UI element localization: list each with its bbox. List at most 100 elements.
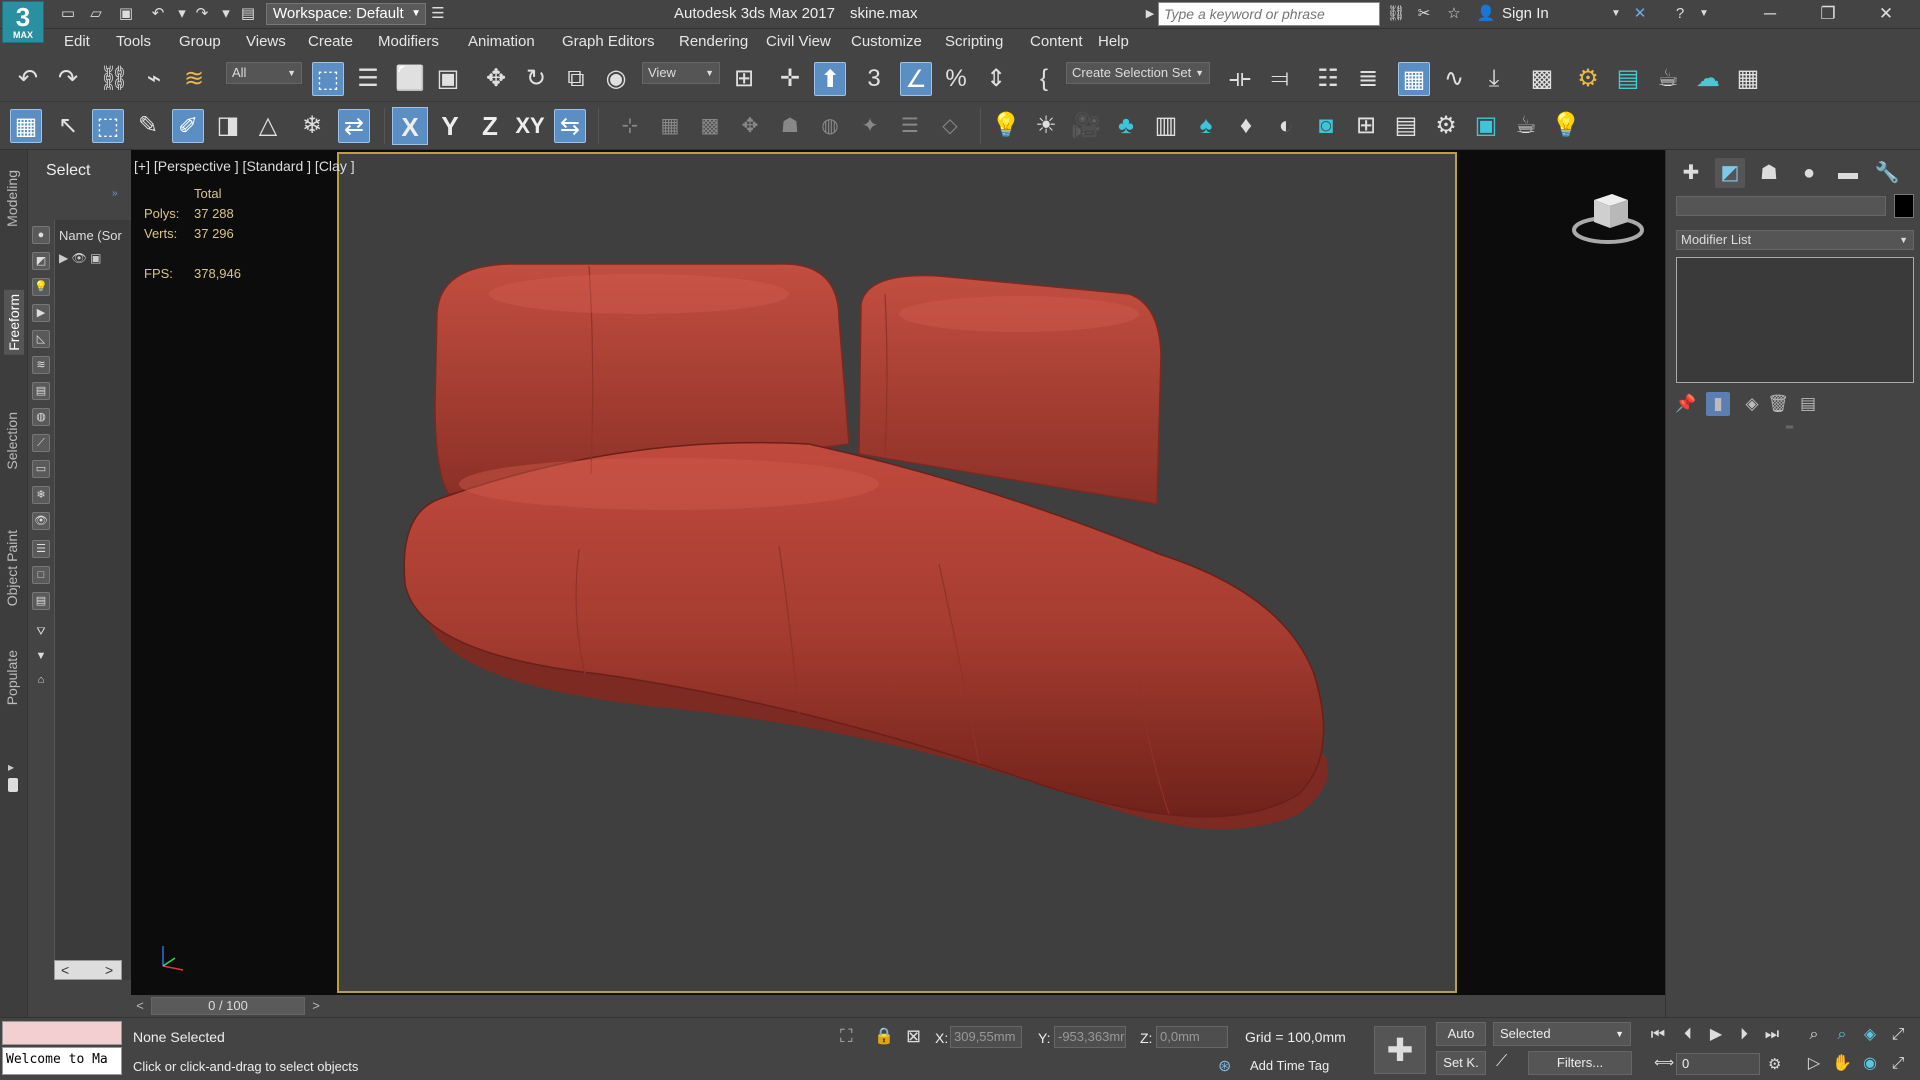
viewcube[interactable]: [1572, 186, 1644, 246]
modifier-list-dropdown[interactable]: Modifier List ▼: [1676, 230, 1914, 250]
help-icon[interactable]: ?: [1670, 5, 1690, 23]
go-to-start-icon[interactable]: ⏮: [1646, 1023, 1670, 1047]
restrict-y-button[interactable]: Y: [432, 107, 468, 145]
menu-scripting[interactable]: Scripting: [945, 33, 1003, 50]
rectangular-selection-icon[interactable]: ⬜: [394, 62, 426, 96]
display-hidden-icon[interactable]: 👁: [32, 512, 50, 530]
tree-icon[interactable]: ♠: [1190, 109, 1222, 143]
project-folder-icon[interactable]: ▤: [238, 5, 258, 23]
render-production-icon[interactable]: ☕: [1652, 62, 1684, 96]
key-mode-toggle-icon[interactable]: ⟺: [1654, 1054, 1674, 1071]
display-lights-icon[interactable]: 💡: [32, 278, 50, 296]
user-icon[interactable]: 👤: [1476, 5, 1496, 23]
region-select-icon[interactable]: ⬚: [92, 109, 124, 143]
ribbon-tab-populate[interactable]: Populate: [4, 650, 20, 705]
visibility-eye-icon[interactable]: 👁: [72, 251, 87, 265]
utilities-tab-icon[interactable]: 🔧: [1872, 158, 1902, 188]
spinner-snap-icon[interactable]: ⇕: [980, 62, 1012, 96]
new-file-icon[interactable]: ▭: [58, 5, 78, 23]
forest-icon[interactable]: ♣: [1110, 109, 1142, 143]
time-next-icon[interactable]: >: [307, 997, 325, 1015]
time-slider-thumb[interactable]: 0 / 100: [151, 997, 305, 1015]
field-of-view-icon[interactable]: ▷: [1802, 1052, 1826, 1076]
expand-arrow-icon[interactable]: ▶: [59, 251, 68, 265]
grid-snap-icon[interactable]: ▦: [654, 109, 686, 143]
transform-gizmo-icon[interactable]: ◨: [212, 109, 244, 143]
face-snap-icon[interactable]: ◍: [814, 109, 846, 143]
restrict-xy-button[interactable]: XY: [512, 107, 548, 145]
bounding-box-snap-icon[interactable]: ◇: [934, 109, 966, 143]
panel-icon[interactable]: ▣: [1470, 109, 1502, 143]
camera-icon[interactable]: 🎥: [1070, 109, 1102, 143]
select-by-name-icon[interactable]: ☰: [352, 62, 384, 96]
selection-set-dropdown[interactable]: Create Selection Set ▼: [1066, 62, 1210, 84]
menu-customize[interactable]: Customize: [851, 33, 922, 50]
pivot-center-icon[interactable]: ⊞: [728, 62, 760, 96]
display-xrefs-icon[interactable]: ◍: [32, 408, 50, 426]
move-icon[interactable]: ✥: [480, 62, 512, 96]
bind-space-warp-icon[interactable]: ≋: [178, 62, 210, 96]
redo-icon[interactable]: ↷: [192, 5, 212, 23]
snap-tool-icon[interactable]: ⊹: [614, 109, 646, 143]
maxscript-listener-input[interactable]: [2, 1021, 122, 1045]
menu-modifiers[interactable]: Modifiers: [378, 33, 439, 50]
set-key-button[interactable]: Set K.: [1436, 1051, 1486, 1075]
save-file-icon[interactable]: ▣: [116, 5, 136, 23]
menu-help[interactable]: Help: [1098, 33, 1129, 50]
display-groups-icon[interactable]: ▤: [32, 382, 50, 400]
selection-lock-icon[interactable]: 🔒: [874, 1026, 894, 1046]
menu-create[interactable]: Create: [308, 33, 353, 50]
exchange-apps-icon[interactable]: ✕: [1630, 5, 1650, 23]
app-logo[interactable]: 3 MAX: [2, 1, 44, 43]
placement-icon[interactable]: ◉: [600, 62, 632, 96]
previous-frame-icon[interactable]: ⏴: [1676, 1023, 1700, 1047]
modify-tab-icon[interactable]: ◩: [1715, 158, 1745, 188]
configure-modifier-sets-icon[interactable]: ▤: [1796, 392, 1820, 416]
dope-sheet-icon[interactable]: ⤓: [1478, 62, 1510, 96]
center-snap-icon[interactable]: ☰: [894, 109, 926, 143]
search-input[interactable]: [1158, 2, 1380, 26]
undo-icon[interactable]: ↶: [12, 62, 44, 96]
undo-icon[interactable]: ↶: [148, 5, 168, 23]
absolute-mode-icon[interactable]: ⊠: [906, 1026, 921, 1047]
layer-explorer-icon[interactable]: ≣: [1352, 62, 1384, 96]
zoom-icon[interactable]: ⌕: [1802, 1023, 1826, 1047]
go-to-end-icon[interactable]: ⏭: [1760, 1023, 1784, 1047]
filter-toggle-icon[interactable]: ▼: [32, 648, 50, 666]
display-invert-icon[interactable]: ▤: [32, 592, 50, 610]
sofa-model[interactable]: [339, 154, 1455, 991]
undo-dropdown-icon[interactable]: ▾: [172, 5, 192, 23]
sign-in-dropdown-icon[interactable]: ▼: [1606, 5, 1626, 23]
minimize-icon[interactable]: ─: [1742, 0, 1798, 29]
vertex-snap-icon[interactable]: ✥: [734, 109, 766, 143]
zoom-extents-icon[interactable]: ◈: [1858, 1023, 1882, 1047]
auto-key-button[interactable]: Auto: [1436, 1022, 1486, 1046]
scroll-right-icon[interactable]: >: [105, 961, 113, 979]
pan-view-icon[interactable]: ✋: [1830, 1052, 1854, 1076]
pin-stack-icon[interactable]: 📌: [1674, 392, 1698, 416]
display-containers-icon[interactable]: ▭: [32, 460, 50, 478]
show-end-result-icon[interactable]: ▮: [1706, 392, 1730, 416]
time-previous-icon[interactable]: <: [131, 997, 149, 1015]
tree-row[interactable]: ▶ 👁 ▣: [59, 251, 102, 265]
binoculars-icon[interactable]: ⛓: [1386, 5, 1406, 23]
texture-icon[interactable]: ⊞: [1350, 109, 1382, 143]
menu-content[interactable]: Content: [1030, 33, 1083, 50]
add-time-tag[interactable]: Add Time Tag: [1250, 1058, 1329, 1073]
teapot-icon[interactable]: ☕: [1510, 109, 1542, 143]
object-name-field[interactable]: [1676, 196, 1886, 216]
ribbon-tab-object-paint[interactable]: Object Paint: [4, 530, 20, 606]
omni-light-icon[interactable]: 💡: [990, 109, 1022, 143]
zoom-extents-all-icon[interactable]: ⤢: [1886, 1023, 1910, 1047]
ribbon-tab-selection[interactable]: Selection: [4, 412, 20, 470]
snaps-toggle-icon[interactable]: 3: [858, 62, 890, 96]
panel-divider-grip[interactable]: ═: [1786, 422, 1793, 433]
mirror-icon[interactable]: ⟛: [1224, 62, 1256, 96]
favorites-star-icon[interactable]: ☆: [1444, 5, 1464, 23]
display-bones-icon[interactable]: ⟋: [32, 434, 50, 452]
grid-toggle-icon[interactable]: ▦: [10, 109, 42, 143]
display-shapes-icon[interactable]: ◩: [32, 252, 50, 270]
workspace-dropdown[interactable]: Workspace: Default ▼: [266, 3, 426, 25]
menu-animation[interactable]: Animation: [468, 33, 535, 50]
material-editor-icon[interactable]: ▩: [1526, 62, 1558, 96]
